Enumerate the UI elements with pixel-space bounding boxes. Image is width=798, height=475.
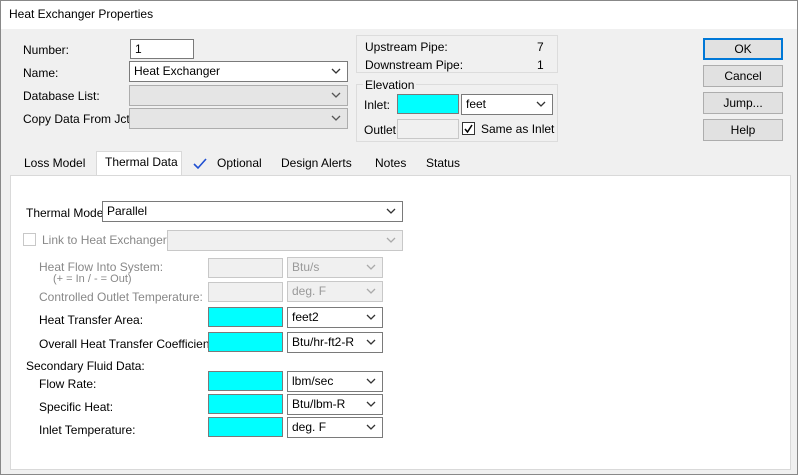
controlled-outlet-label: Controlled Outlet Temperature:	[39, 290, 203, 304]
chevron-down-icon	[365, 311, 377, 323]
elevation-outlet-field[interactable]	[397, 119, 459, 139]
flow-rate-unit: lbm/sec	[292, 374, 334, 388]
downstream-pipe-label: Downstream Pipe:	[365, 58, 464, 72]
specific-heat-unit-combo[interactable]: Btu/lbm-R	[287, 394, 383, 415]
tab-thermal-data-label: Thermal Data	[105, 155, 178, 169]
elevation-inlet-field[interactable]	[397, 94, 459, 114]
chevron-down-icon	[535, 98, 547, 110]
specific-heat-unit: Btu/lbm-R	[292, 397, 346, 411]
chevron-down-icon	[365, 421, 377, 433]
overall-coefficient-unit-combo[interactable]: Btu/hr-ft2-R	[287, 332, 383, 353]
checkmark-icon	[464, 124, 473, 134]
tab-notes-label: Notes	[375, 156, 407, 170]
tab-optional-label: Optional	[217, 156, 262, 170]
flow-rate-field[interactable]	[208, 371, 283, 391]
cancel-button[interactable]: Cancel	[703, 65, 783, 87]
copy-data-combo[interactable]	[129, 108, 348, 129]
tab-notes[interactable]: Notes	[369, 153, 412, 175]
inlet-temperature-unit-combo[interactable]: deg. F	[287, 417, 383, 438]
heat-transfer-area-unit-combo[interactable]: feet2	[287, 307, 383, 328]
number-field[interactable]: 1	[130, 39, 194, 59]
elevation-inlet-unit: feet	[466, 97, 487, 111]
overall-coefficient-unit: Btu/hr-ft2-R	[292, 335, 355, 349]
heat-flow-unit: Btu/s	[292, 260, 320, 274]
elevation-inlet-label: Inlet:	[364, 98, 391, 112]
elevation-inlet-unit-combo[interactable]: feet	[461, 94, 553, 115]
chevron-down-icon	[365, 398, 377, 410]
controlled-outlet-field[interactable]	[208, 282, 283, 302]
chevron-down-icon	[365, 336, 377, 348]
link-heat-exchanger-label: Link to Heat Exchanger:	[42, 233, 171, 247]
same-as-inlet-label: Same as Inlet	[481, 122, 555, 136]
upstream-pipe-value: 7	[537, 40, 544, 54]
chevron-down-icon	[330, 89, 342, 101]
thermal-model-value: Parallel	[107, 204, 148, 218]
chevron-down-icon	[365, 375, 377, 387]
specific-heat-field[interactable]	[208, 394, 283, 414]
name-combo-value: Heat Exchanger	[134, 64, 221, 78]
same-as-inlet-checkbox[interactable]	[462, 122, 475, 135]
thermal-model-combo[interactable]: Parallel	[102, 201, 403, 222]
heat-flow-unit-combo[interactable]: Btu/s	[287, 257, 383, 278]
name-combo[interactable]: Heat Exchanger	[129, 61, 348, 82]
tab-status-label: Status	[426, 156, 461, 170]
heat-transfer-area-field[interactable]	[208, 307, 283, 327]
elevation-outlet-label: Outlet:	[364, 123, 400, 137]
thermal-model-label: Thermal Model:	[26, 206, 110, 220]
heat-transfer-area-label: Heat Transfer Area:	[39, 313, 144, 327]
tab-design-alerts[interactable]: Design Alerts	[275, 153, 358, 175]
secondary-fluid-label: Secondary Fluid Data:	[26, 359, 145, 373]
link-heat-exchanger-checkbox[interactable]	[23, 233, 36, 246]
ok-button[interactable]: OK	[703, 38, 783, 60]
database-list-combo[interactable]	[129, 85, 348, 106]
chevron-down-icon	[330, 112, 342, 124]
chevron-down-icon	[365, 285, 377, 297]
tab-loss-model-label: Loss Model	[24, 156, 86, 170]
heat-flow-field[interactable]	[208, 258, 283, 278]
tab-thermal-data[interactable]: Thermal Data	[96, 151, 182, 176]
chevron-down-icon	[330, 65, 342, 77]
inlet-temperature-label: Inlet Temperature:	[39, 423, 136, 437]
window-title: Heat Exchanger Properties	[9, 7, 154, 21]
specific-heat-label: Specific Heat:	[39, 400, 114, 414]
heat-flow-sublabel: (+ = In / - = Out)	[53, 273, 132, 285]
tab-status[interactable]: Status	[420, 153, 466, 175]
name-label: Name:	[23, 66, 59, 80]
downstream-pipe-value: 1	[537, 58, 544, 72]
copy-data-label: Copy Data From Jct...	[23, 112, 140, 126]
link-heat-exchanger-combo[interactable]	[167, 230, 403, 251]
overall-coefficient-field[interactable]	[208, 332, 283, 352]
heat-flow-label: Heat Flow Into System:	[39, 260, 164, 274]
chevron-down-icon	[365, 261, 377, 273]
tab-loss-model[interactable]: Loss Model	[18, 153, 91, 175]
flow-rate-label: Flow Rate:	[39, 377, 97, 391]
database-list-label: Database List:	[23, 89, 100, 103]
jump-button[interactable]: Jump...	[703, 92, 783, 114]
overall-coefficient-label: Overall Heat Transfer Coefficient:	[39, 337, 217, 351]
help-button[interactable]: Help	[703, 119, 783, 141]
number-label: Number:	[23, 43, 70, 57]
chevron-down-icon	[385, 205, 397, 217]
tab-optional[interactable]: Optional	[211, 153, 268, 175]
inlet-temperature-unit: deg. F	[292, 420, 327, 434]
upstream-pipe-label: Upstream Pipe:	[365, 40, 448, 54]
elevation-group-label: Elevation	[363, 78, 417, 92]
tab-design-alerts-label: Design Alerts	[281, 156, 352, 170]
heat-exchanger-properties-dialog: Heat Exchanger Properties Number: 1 Name…	[0, 0, 798, 475]
inlet-temperature-field[interactable]	[208, 417, 283, 437]
optional-check-icon	[193, 158, 207, 173]
controlled-outlet-unit-combo[interactable]: deg. F	[287, 281, 383, 302]
controlled-outlet-unit: deg. F	[292, 284, 327, 298]
chevron-down-icon	[385, 234, 397, 246]
heat-transfer-area-unit: feet2	[292, 310, 319, 324]
flow-rate-unit-combo[interactable]: lbm/sec	[287, 371, 383, 392]
